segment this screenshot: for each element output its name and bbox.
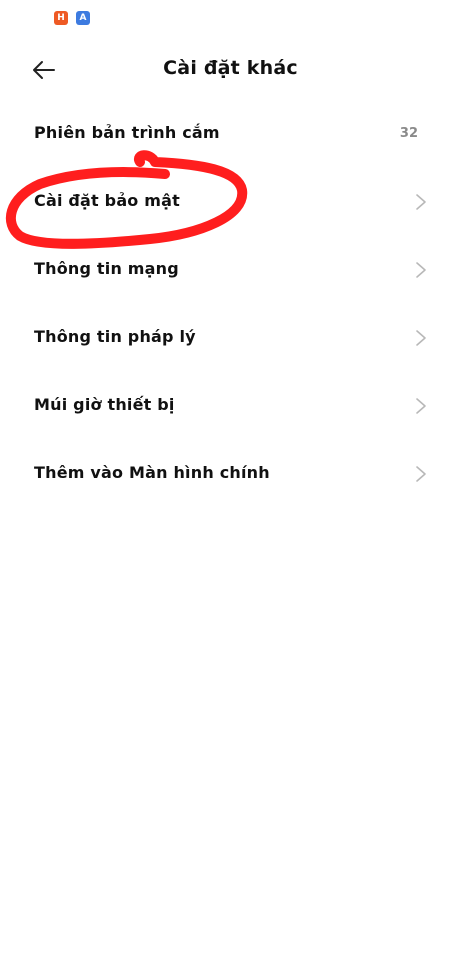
chevron-right-icon <box>416 398 426 414</box>
item-label: Thông tin pháp lý <box>34 327 196 346</box>
chevron-right-icon <box>416 262 426 278</box>
item-label: Thông tin mạng <box>34 259 179 278</box>
list-item-add-to-home-screen[interactable]: Thêm vào Màn hình chính <box>0 441 461 509</box>
list-item-security-settings[interactable]: Cài đặt bảo mật <box>0 169 461 237</box>
app-header: Cài đặt khác <box>0 44 461 96</box>
chevron-right-icon <box>416 194 426 210</box>
item-label: Thêm vào Màn hình chính <box>34 463 270 482</box>
list-item-legal-info[interactable]: Thông tin pháp lý <box>0 305 461 373</box>
page-title: Cài đặt khác <box>163 57 298 79</box>
plugin-version-value: 32 <box>399 126 418 141</box>
list-item-network-info[interactable]: Thông tin mạng <box>0 237 461 305</box>
list-item-plugin-version[interactable]: Phiên bản trình cắm 32 <box>0 101 461 169</box>
status-bar: H A <box>0 0 461 40</box>
settings-list: Phiên bản trình cắm 32 Cài đặt bảo mật T… <box>0 101 461 509</box>
list-item-device-timezone[interactable]: Múi giờ thiết bị <box>0 373 461 441</box>
translate-app-notification-icon: A <box>76 11 90 25</box>
item-label: Múi giờ thiết bị <box>34 395 175 414</box>
orange-app-notification-icon: H <box>54 11 68 25</box>
item-label: Phiên bản trình cắm <box>34 123 220 142</box>
chevron-right-icon <box>416 330 426 346</box>
item-label: Cài đặt bảo mật <box>34 191 180 210</box>
chevron-right-icon <box>416 466 426 482</box>
